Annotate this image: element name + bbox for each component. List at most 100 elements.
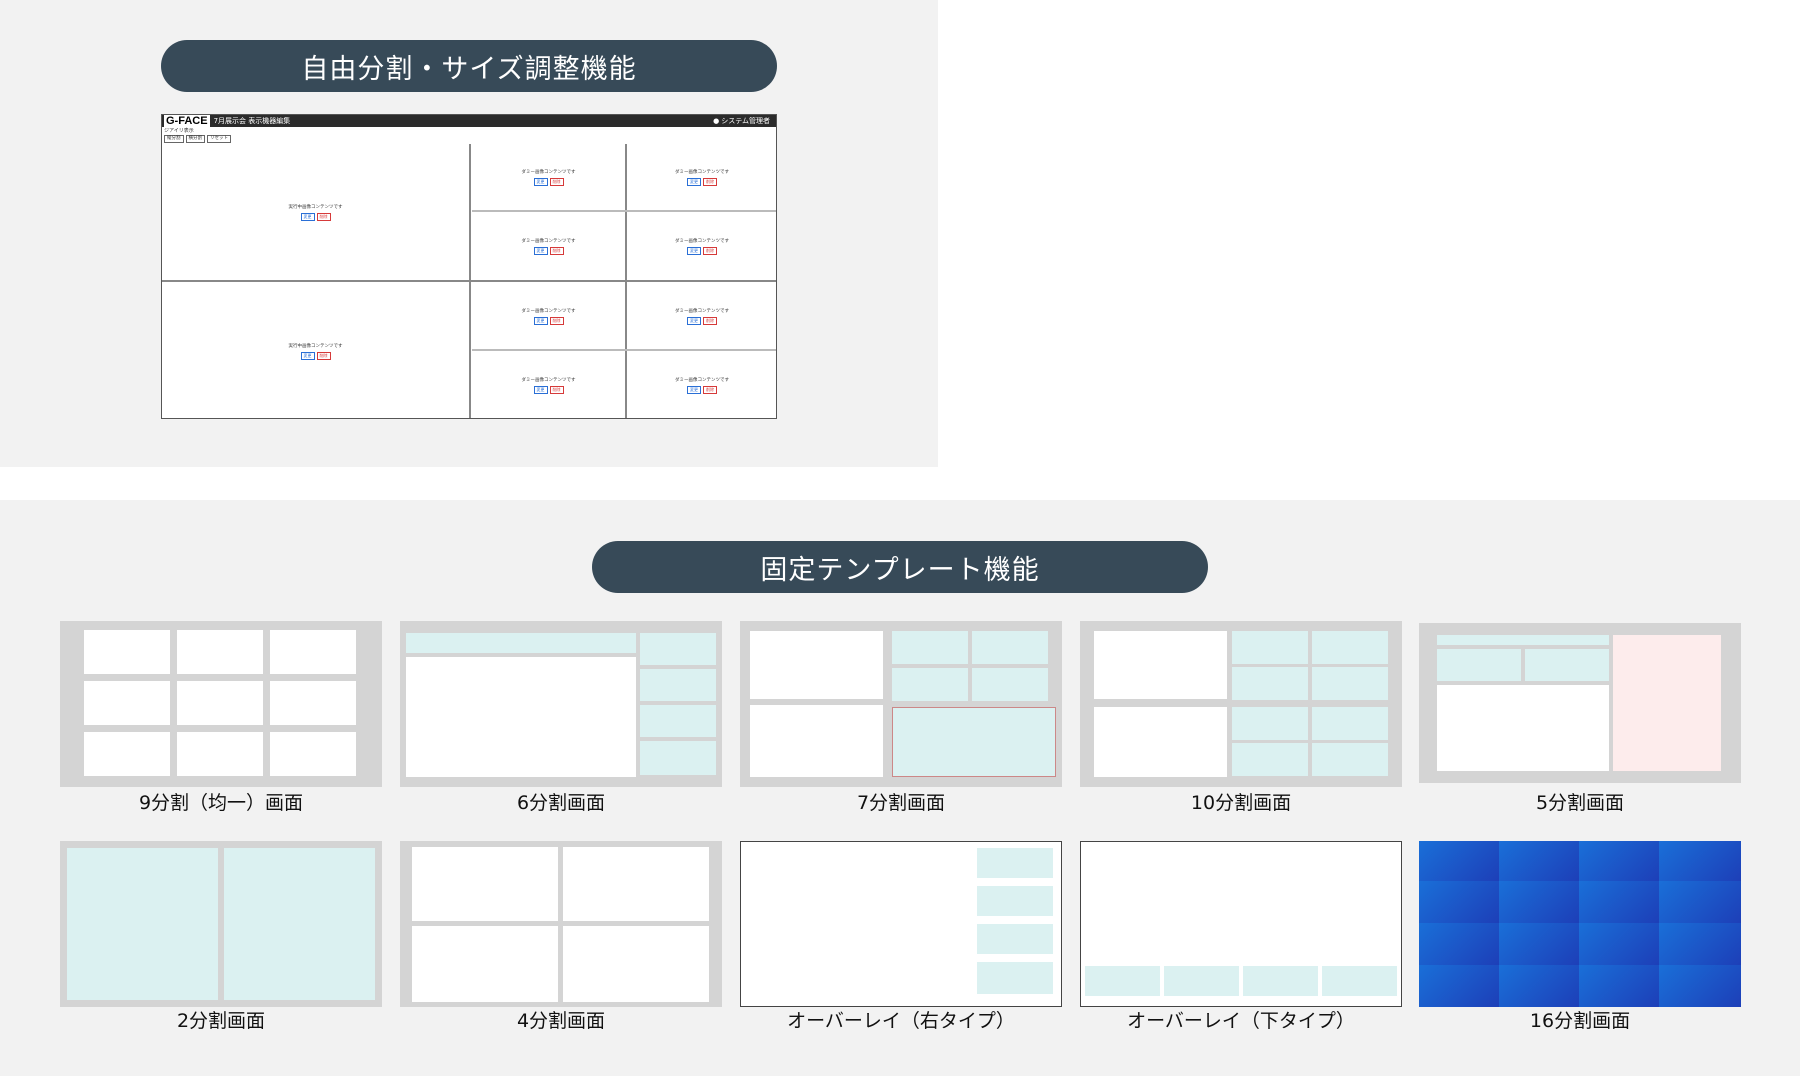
template-caption: 2分割画面 <box>176 1010 266 1032</box>
split-cell[interactable]: ダミー画像コンテンツです 変更 削除 <box>472 283 625 349</box>
user-menu[interactable]: ● システム管理者 <box>713 116 774 126</box>
horizontal-divider-handle[interactable] <box>472 210 776 212</box>
delete-button[interactable]: 削除 <box>316 351 331 360</box>
template-cell <box>1579 881 1659 923</box>
template-caption: 9分割（均一）画面 <box>138 792 304 814</box>
template-9-split[interactable] <box>60 621 382 787</box>
split-horizontal-button[interactable]: 横分割 <box>185 135 205 143</box>
template-cell <box>1437 685 1609 771</box>
fixed-template-heading: 固定テンプレート機能 <box>592 541 1208 593</box>
change-button[interactable]: 変更 <box>533 247 548 255</box>
template-cell <box>406 633 636 653</box>
template-cell <box>270 732 356 776</box>
template-cell <box>224 848 375 1000</box>
cell-label: ダミー画像コンテンツです <box>675 378 729 383</box>
template-caption: 10分割画面 <box>1190 792 1292 814</box>
template-cell <box>412 926 558 1002</box>
change-button[interactable]: 変更 <box>687 386 701 394</box>
template-cell <box>1232 667 1308 700</box>
delete-button[interactable]: 削除 <box>703 386 717 394</box>
change-button[interactable]: 変更 <box>533 177 548 186</box>
split-cell[interactable]: 実行中画像コンテンツです 変更 削除 <box>162 144 469 280</box>
template-cell <box>1613 635 1721 771</box>
template-4-split[interactable] <box>400 841 722 1007</box>
horizontal-divider-handle[interactable] <box>472 349 776 351</box>
gface-logo: G-FACE <box>164 115 210 127</box>
change-button[interactable]: 変更 <box>687 316 701 325</box>
editor-title: 7月展示会 表示機器編集 <box>213 117 291 125</box>
template-cell <box>270 681 356 725</box>
delete-button[interactable]: 削除 <box>703 316 717 325</box>
cell-label: ダミー画像コンテンツです <box>675 169 729 175</box>
template-cell <box>750 631 883 699</box>
template-cell <box>1232 707 1308 740</box>
change-button[interactable]: 変更 <box>687 177 701 186</box>
delete-button[interactable]: 削除 <box>703 247 717 255</box>
cell-label: ダミー画像コンテンツです <box>521 169 576 175</box>
template-cell <box>177 630 263 674</box>
delete-button[interactable]: 削除 <box>703 177 717 186</box>
template-cell <box>1499 965 1579 1007</box>
delete-button[interactable]: 削除 <box>549 386 564 394</box>
template-cell <box>1312 743 1388 776</box>
template-caption: オーバーレイ（下タイプ） <box>1127 1010 1355 1032</box>
template-cell <box>1579 841 1659 881</box>
template-caption: 4分割画面 <box>516 1010 606 1032</box>
change-button[interactable]: 変更 <box>533 386 548 394</box>
delete-button[interactable]: 削除 <box>549 316 564 325</box>
reset-button[interactable]: リセット <box>207 135 231 143</box>
split-cell[interactable]: ダミー画像コンテンツです 変更 削除 <box>472 352 625 418</box>
template-overlay-bottom[interactable] <box>1080 841 1402 1007</box>
split-vertical-button[interactable]: 縦分割 <box>164 135 184 143</box>
editor-screenshot: G-FACE 7月展示会 表示機器編集 ● システム管理者 ジアイリ表示 縦分割… <box>161 114 777 419</box>
split-cell[interactable]: ダミー画像コンテンツです 変更 削除 <box>628 283 776 349</box>
change-button[interactable]: 変更 <box>533 316 548 325</box>
template-cell <box>640 633 716 665</box>
template-cell <box>640 669 716 701</box>
template-overlay-right[interactable] <box>740 841 1062 1007</box>
editor-subtitle: ジアイリ表示 <box>164 128 194 134</box>
split-cell[interactable]: ダミー画像コンテンツです 変更 削除 <box>472 213 625 280</box>
horizontal-divider-handle[interactable] <box>162 280 776 282</box>
template-cell <box>1312 707 1388 740</box>
cell-label: 実行中画像コンテンツです <box>288 343 343 349</box>
page: 自由分割・サイズ調整機能 G-FACE 7月展示会 表示機器編集 ● システム管… <box>0 0 1800 1076</box>
split-cell[interactable]: ダミー画像コンテンツです 変更 削除 <box>628 213 776 280</box>
template-cell <box>177 732 263 776</box>
template-cell <box>1232 743 1308 776</box>
template-cell <box>1525 649 1609 681</box>
delete-button[interactable]: 削除 <box>549 247 564 255</box>
change-button[interactable]: 変更 <box>300 351 315 360</box>
template-10-split[interactable] <box>1080 621 1402 787</box>
split-cell[interactable]: ダミー画像コンテンツです 変更 削除 <box>628 352 776 418</box>
template-cell <box>1579 965 1659 1007</box>
split-cell[interactable]: ダミー画像コンテンツです 変更 削除 <box>472 144 625 210</box>
template-6-split[interactable] <box>400 621 722 787</box>
template-cell <box>84 732 170 776</box>
template-7-split[interactable] <box>740 621 1062 787</box>
template-5-split[interactable] <box>1419 623 1741 783</box>
template-cell <box>1659 841 1741 881</box>
split-cell[interactable]: ダミー画像コンテンツです 変更 削除 <box>628 144 776 210</box>
cell-label: ダミー画像コンテンツです <box>521 378 576 383</box>
delete-button[interactable]: 削除 <box>316 212 331 221</box>
cell-label: ダミー画像コンテンツです <box>521 239 576 244</box>
template-2-split[interactable] <box>60 841 382 1007</box>
template-cell <box>1419 923 1499 965</box>
template-cell <box>1232 631 1308 664</box>
change-button[interactable]: 変更 <box>687 247 701 255</box>
template-cell <box>1164 966 1239 996</box>
template-caption: 6分割画面 <box>516 792 606 814</box>
template-cell <box>1085 966 1160 996</box>
editor-toolbar: 縦分割 横分割 リセット <box>162 135 776 144</box>
template-16-split[interactable] <box>1419 841 1741 1007</box>
template-cell <box>1419 965 1499 1007</box>
template-cell <box>972 668 1048 701</box>
template-cell <box>1322 966 1397 996</box>
split-cell[interactable]: 実行中画像コンテンツです 変更 削除 <box>162 283 469 418</box>
template-cell <box>1437 649 1521 681</box>
template-cell <box>640 705 716 737</box>
change-button[interactable]: 変更 <box>300 212 315 221</box>
template-cell <box>1659 881 1741 923</box>
delete-button[interactable]: 削除 <box>549 177 564 186</box>
